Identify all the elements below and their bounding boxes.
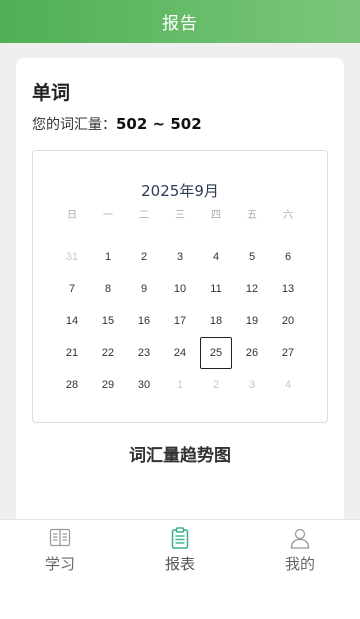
calendar-day[interactable]: 15: [93, 313, 123, 329]
calendar-day[interactable]: 2: [129, 249, 159, 265]
card-title: 单词: [32, 82, 71, 104]
calendar-day[interactable]: 8: [93, 281, 123, 297]
calendar-day[interactable]: 7: [57, 281, 87, 297]
calendar-day[interactable]: 30: [129, 377, 159, 393]
weekday-label: 三: [175, 210, 185, 221]
calendar-day-outside-month[interactable]: 31: [57, 249, 87, 265]
weekday-label: 日: [67, 210, 77, 221]
vocabulary-card: 单词 您的词汇量：502 ~ 502 2025年9月 日一二三四五六 31 1 2 3 4…: [16, 58, 344, 528]
weekday-label: 二: [139, 210, 149, 221]
page-title: 报告: [162, 14, 198, 34]
bottom-tab-bar: 学习 报表 我的: [0, 519, 360, 579]
tab-study-label: 学习: [44, 555, 75, 573]
weekday-label: 五: [247, 210, 257, 221]
app-header: 报告: [0, 0, 360, 43]
book-icon: [49, 528, 71, 547]
calendar-day[interactable]: 16: [129, 313, 159, 329]
calendar-day[interactable]: 19: [237, 313, 267, 329]
weekday-label: 一: [103, 210, 113, 221]
calendar-day[interactable]: 24: [165, 345, 195, 361]
calendar-day[interactable]: 17: [165, 313, 195, 329]
calendar-day[interactable]: 23: [129, 345, 159, 361]
calendar-day[interactable]: 18: [201, 313, 231, 329]
calendar-day[interactable]: 9: [129, 281, 159, 297]
calendar-day-outside-month[interactable]: 3: [237, 377, 267, 393]
calendar-day[interactable]: 21: [57, 345, 87, 361]
tab-study[interactable]: 学习: [0, 520, 120, 580]
calendar-day[interactable]: 4: [201, 249, 231, 265]
clipboard-icon: [171, 527, 189, 549]
calendar-day[interactable]: 28: [57, 377, 87, 393]
calendar-day[interactable]: 10: [165, 281, 195, 297]
calendar-day[interactable]: 11: [201, 281, 231, 297]
calendar-day[interactable]: 1: [93, 249, 123, 265]
weekday-label: 六: [283, 210, 293, 221]
calendar-day[interactable]: 6: [273, 249, 303, 265]
calendar-day[interactable]: 5: [237, 249, 267, 265]
calendar-day-selected[interactable]: 25: [201, 345, 231, 361]
calendar-day[interactable]: 14: [57, 313, 87, 329]
tab-profile[interactable]: 我的: [240, 520, 360, 580]
tab-reports-label: 报表: [164, 555, 195, 573]
user-icon: [290, 528, 310, 549]
calendar-day-outside-month[interactable]: 1: [165, 377, 195, 393]
vocabulary-value: 502 ~ 502: [116, 115, 202, 133]
vocabulary-trend-title: 词汇量趋势图: [129, 446, 231, 466]
calendar-day[interactable]: 3: [165, 249, 195, 265]
calendar-day[interactable]: 27: [273, 345, 303, 361]
tab-reports[interactable]: 报表: [120, 520, 240, 580]
calendar-day[interactable]: 29: [93, 377, 123, 393]
vocabulary-summary: 您的词汇量：502 ~ 502: [32, 114, 202, 134]
calendar-day[interactable]: 13: [273, 281, 303, 297]
calendar-day[interactable]: 22: [93, 345, 123, 361]
calendar-day-outside-month[interactable]: 2: [201, 377, 231, 393]
calendar-day[interactable]: 12: [237, 281, 267, 297]
calendar: 2025年9月 日一二三四五六 31 1 2 3 4 5 6 7 8 9 10 11 12 13 14 15 16…: [32, 150, 328, 423]
calendar-day[interactable]: 20: [273, 313, 303, 329]
vocabulary-label: 您的词汇量：: [32, 117, 116, 133]
tab-profile-label: 我的: [284, 555, 315, 573]
weekday-label: 四: [211, 210, 221, 221]
calendar-day[interactable]: 26: [237, 345, 267, 361]
calendar-day-outside-month[interactable]: 4: [273, 377, 303, 393]
calendar-month-title: 2025年9月: [141, 182, 219, 200]
